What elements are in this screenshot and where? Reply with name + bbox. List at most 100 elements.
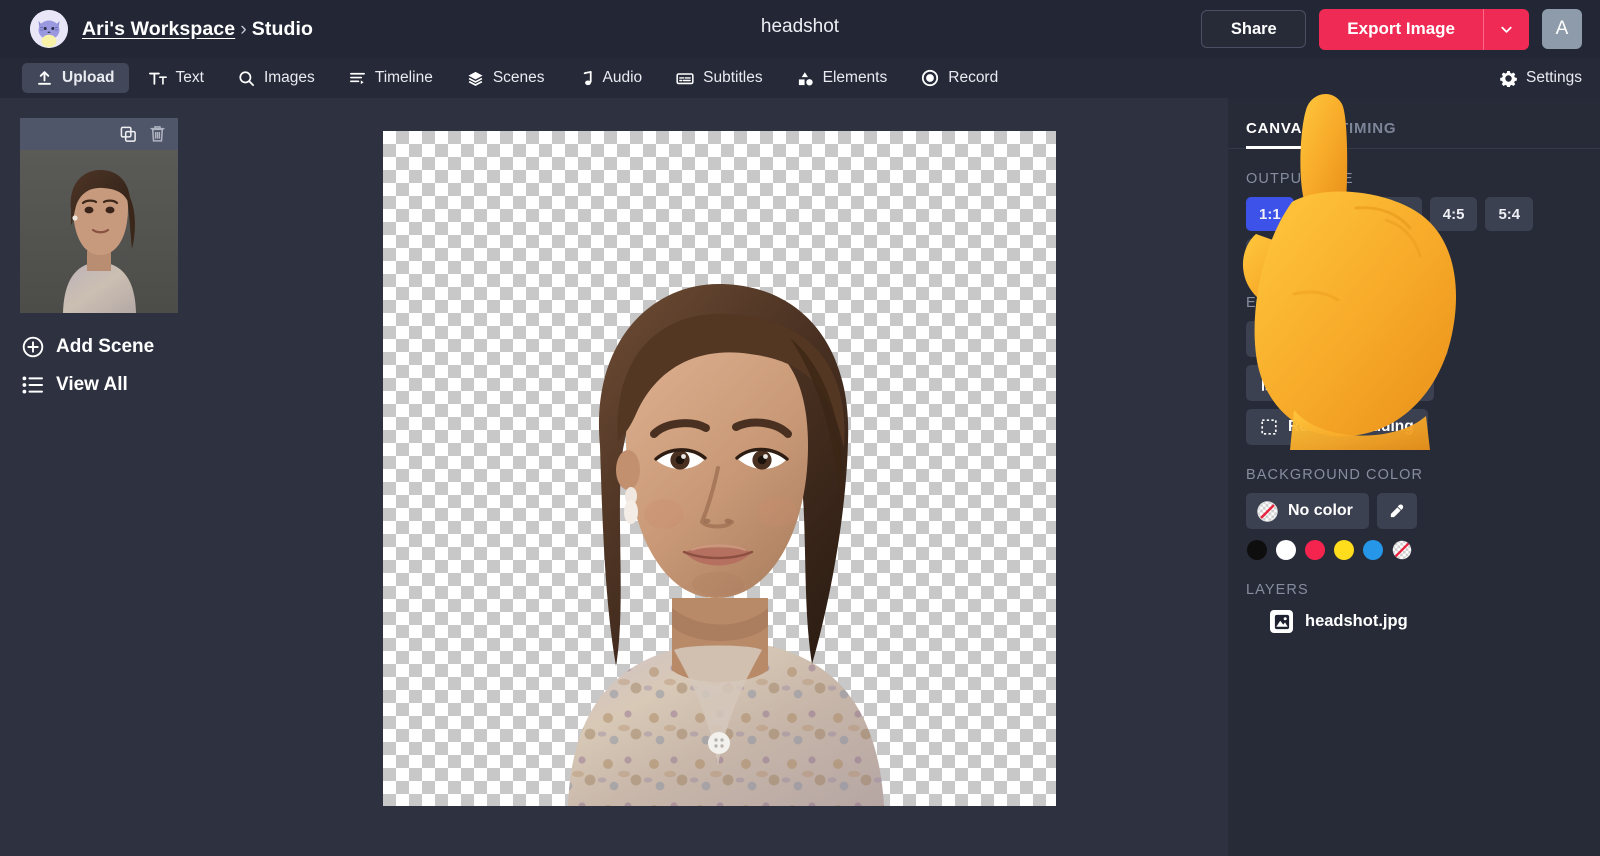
shapes-icon xyxy=(797,70,814,87)
ratio-1-1[interactable]: 1:1 xyxy=(1246,197,1294,231)
expand-top-label: Top xyxy=(1288,330,1315,348)
layer-item[interactable]: headshot.jpg xyxy=(1228,610,1600,633)
color-swatch-row xyxy=(1228,540,1600,560)
brand-area: Ari's Workspace›Studio xyxy=(0,10,313,48)
record-icon xyxy=(921,69,939,87)
swatch-white[interactable] xyxy=(1276,540,1296,560)
settings-button[interactable]: Settings xyxy=(1500,69,1582,87)
expand-bottom-icon xyxy=(1351,330,1369,348)
expand-left-icon xyxy=(1260,374,1278,392)
search-icon xyxy=(238,70,255,87)
expand-left-button[interactable]: Left xyxy=(1246,365,1330,401)
nav-item-subtitles[interactable]: Subtitles xyxy=(662,63,776,93)
duplicate-icon[interactable] xyxy=(120,126,137,143)
export-button-group[interactable]: Export Image xyxy=(1319,9,1529,50)
list-icon xyxy=(22,375,44,395)
editor-canvas[interactable] xyxy=(383,131,1056,806)
nav-item-text[interactable]: Text xyxy=(135,63,218,93)
scene-thumbnail[interactable] xyxy=(20,150,178,313)
thumbnail-portrait xyxy=(40,163,158,313)
expand-top-button[interactable]: Top xyxy=(1246,321,1329,357)
nav-label-scenes: Scenes xyxy=(493,69,545,87)
layers-title: LAYERS xyxy=(1246,582,1600,598)
image-icon xyxy=(1270,610,1293,633)
eyedropper-button[interactable] xyxy=(1377,493,1417,529)
user-avatar[interactable]: A xyxy=(1542,9,1582,49)
remove-padding-icon xyxy=(1260,418,1278,436)
nav-item-timeline[interactable]: Timeline xyxy=(335,63,447,93)
cat-avatar-icon[interactable] xyxy=(30,10,68,48)
ratio-5-4[interactable]: 5:4 xyxy=(1485,197,1533,231)
chevron-down-icon[interactable] xyxy=(1483,9,1529,50)
swatch-black[interactable] xyxy=(1247,540,1267,560)
expand-bottom-label: Bottom xyxy=(1379,330,1433,348)
background-color-row: No color xyxy=(1228,493,1600,529)
share-button[interactable]: Share xyxy=(1201,10,1306,48)
app-root: Ari's Workspace›Studio headshot Share Ex… xyxy=(0,0,1600,856)
nav-item-audio[interactable]: Audio xyxy=(565,63,657,93)
layer-name: headshot.jpg xyxy=(1305,612,1408,631)
tool-nav-bar: Upload Text Images Timeline Scenes Audio… xyxy=(0,58,1600,98)
swatch-yellow[interactable] xyxy=(1334,540,1354,560)
nav-label-timeline: Timeline xyxy=(375,69,433,87)
nav-item-elements[interactable]: Elements xyxy=(783,63,902,93)
scenes-sidebar: Add Scene View All xyxy=(0,98,200,856)
expand-row-1: Top Bottom xyxy=(1228,321,1600,357)
nav-item-upload[interactable]: Upload xyxy=(22,63,129,93)
nav-item-images[interactable]: Images xyxy=(224,63,329,93)
custom-size-row: Custom xyxy=(1228,239,1600,273)
breadcrumb-separator: › xyxy=(240,18,247,40)
breadcrumb: Ari's Workspace›Studio xyxy=(82,18,313,41)
ratio-9-16[interactable]: 9:16 xyxy=(1366,197,1422,231)
expand-right-button[interactable]: Right xyxy=(1338,365,1434,401)
text-icon xyxy=(149,70,167,87)
layers-icon xyxy=(467,70,484,87)
properties-panel: CANVAS TIMING OUTPUT SIZE 1:1 16:9 9:16 … xyxy=(1228,98,1600,856)
nav-item-record[interactable]: Record xyxy=(907,63,1012,93)
expand-top-icon xyxy=(1260,330,1278,348)
no-color-button[interactable]: No color xyxy=(1246,493,1369,529)
remove-padding-label: Remove Padding xyxy=(1288,418,1414,436)
nav-item-scenes[interactable]: Scenes xyxy=(453,63,559,93)
ratio-4-5[interactable]: 4:5 xyxy=(1430,197,1478,231)
nav-label-audio: Audio xyxy=(603,69,643,87)
breadcrumb-workspace[interactable]: Ari's Workspace xyxy=(82,18,235,40)
plus-circle-icon xyxy=(22,336,44,358)
remove-padding-button[interactable]: Remove Padding xyxy=(1246,409,1428,445)
upload-icon xyxy=(36,70,53,87)
expand-row-2: Left Right xyxy=(1228,365,1600,401)
music-note-icon xyxy=(579,70,594,87)
swatch-transparent[interactable] xyxy=(1392,540,1412,560)
scene-card[interactable] xyxy=(20,118,178,313)
settings-label: Settings xyxy=(1526,69,1582,87)
output-size-title: OUTPUT SIZE xyxy=(1246,171,1600,187)
view-all-label: View All xyxy=(56,374,128,396)
nav-label-text: Text xyxy=(176,69,204,87)
add-scene-button[interactable]: Add Scene xyxy=(22,336,154,358)
nav-label-images: Images xyxy=(264,69,315,87)
top-bar-actions: Share Export Image A xyxy=(1201,9,1600,50)
custom-size-button[interactable]: Custom xyxy=(1246,239,1328,273)
no-color-label: No color xyxy=(1288,502,1353,520)
tab-canvas[interactable]: CANVAS xyxy=(1246,120,1313,148)
ratio-16-9[interactable]: 16:9 xyxy=(1302,197,1358,231)
expand-left-label: Left xyxy=(1288,374,1316,392)
canvas-area xyxy=(200,98,1228,856)
top-bar: Ari's Workspace›Studio headshot Share Ex… xyxy=(0,0,1600,58)
timeline-icon xyxy=(349,70,366,87)
add-scene-label: Add Scene xyxy=(56,336,154,358)
expand-bottom-button[interactable]: Bottom xyxy=(1337,321,1447,357)
expand-right-icon xyxy=(1352,374,1370,392)
tab-timing[interactable]: TIMING xyxy=(1339,120,1396,148)
swatch-red[interactable] xyxy=(1305,540,1325,560)
transparent-swatch-icon xyxy=(1257,501,1278,522)
gear-icon xyxy=(1500,70,1517,87)
swatch-blue[interactable] xyxy=(1363,540,1383,560)
view-all-button[interactable]: View All xyxy=(22,374,128,396)
trash-icon[interactable] xyxy=(149,125,166,143)
remove-padding-row: Remove Padding xyxy=(1228,409,1600,445)
export-image-button[interactable]: Export Image xyxy=(1319,9,1483,50)
canvas-portrait-image[interactable] xyxy=(460,246,980,806)
scene-card-toolbar xyxy=(20,118,178,150)
breadcrumb-section[interactable]: Studio xyxy=(252,18,313,40)
